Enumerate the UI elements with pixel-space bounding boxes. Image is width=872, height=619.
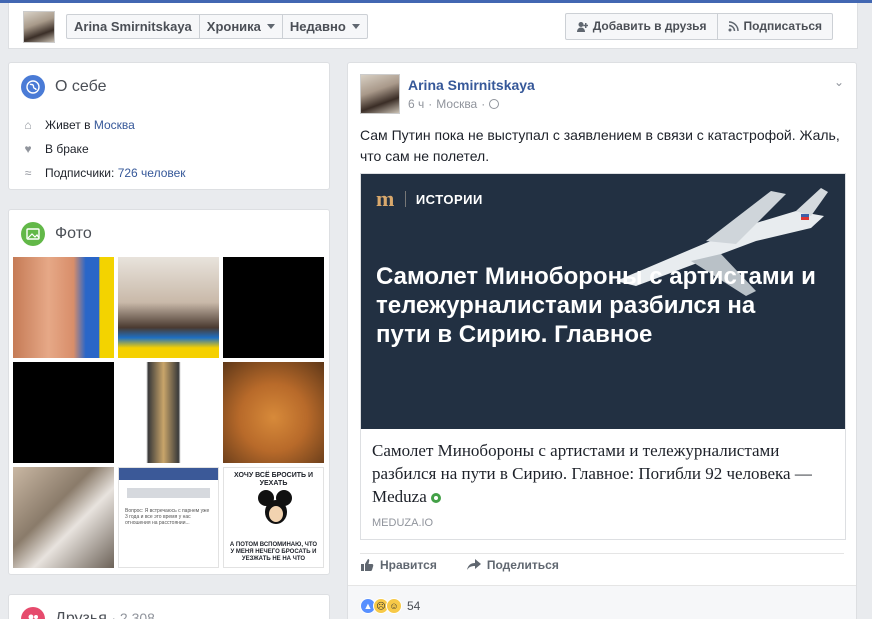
relationship-status: В браке bbox=[45, 142, 89, 156]
photo-thumbnail[interactable] bbox=[13, 257, 114, 358]
photo-thumbnail[interactable] bbox=[13, 467, 114, 568]
photo-thumbnail[interactable]: ХОЧУ ВСЁ БРОСИТЬ И УЕХАТЬ А ПОТОМ ВСПОМИ… bbox=[223, 467, 324, 568]
chevron-down-icon bbox=[266, 24, 275, 29]
post-meta: 6 ч · Москва · bbox=[408, 97, 500, 111]
shared-link-body[interactable]: Самолет Минобороны с артистами и тележур… bbox=[361, 429, 845, 539]
photo-icon bbox=[21, 222, 45, 246]
friends-count: · 2 308 bbox=[111, 610, 155, 619]
city-link[interactable]: Москва bbox=[94, 118, 135, 132]
meme-top-text: ХОЧУ ВСЁ БРОСИТЬ И УЕХАТЬ bbox=[233, 472, 314, 487]
meduza-logo-icon: m bbox=[376, 186, 395, 211]
breadcrumb-recent[interactable]: Недавно bbox=[283, 15, 367, 38]
post-actions: Нравится Поделиться bbox=[360, 558, 559, 572]
relationship-row: ♥ В браке bbox=[9, 137, 329, 161]
meme-bottom-text: А ПОТОМ ВСПОМИНАЮ, ЧТО У МЕНЯ НЕЧЕГО БРО… bbox=[229, 542, 318, 562]
friends-card: Друзья · 2 308 bbox=[8, 594, 330, 619]
post-card: Arina Smirnitskaya 6 ч · Москва · ⌄ Сам … bbox=[347, 62, 857, 619]
about-card-header: О себе bbox=[9, 63, 329, 111]
photo-thumbnail[interactable] bbox=[118, 257, 219, 358]
like-button[interactable]: Нравится bbox=[360, 558, 437, 572]
post-author-name[interactable]: Arina Smirnitskaya bbox=[408, 77, 535, 93]
friends-title[interactable]: Друзья bbox=[55, 610, 107, 619]
photo-thumbnail[interactable] bbox=[13, 362, 114, 463]
thumbs-up-icon bbox=[361, 559, 374, 571]
breadcrumb-timeline[interactable]: Хроника bbox=[200, 15, 283, 38]
shared-link-image[interactable]: m ИСТОРИИ Самолет Минобороны с артистами… bbox=[361, 174, 845, 429]
profile-actions: Добавить в друзья Подписаться bbox=[564, 13, 833, 40]
post-options-chevron-icon[interactable]: ⌄ bbox=[834, 75, 844, 89]
breadcrumb: Arina Smirnitskaya Хроника Недавно bbox=[66, 14, 368, 39]
shared-link-source: MEDUZA.IO bbox=[372, 517, 434, 529]
post-location[interactable]: Москва bbox=[436, 97, 477, 111]
meduza-brand: m ИСТОРИИ bbox=[376, 186, 483, 212]
about-card: О себе ⌂ Живет в Москва ♥ В браке ≈ Подп… bbox=[8, 62, 330, 190]
followers-link[interactable]: 726 человек bbox=[118, 166, 186, 180]
haha-reaction-icon: ☺ bbox=[386, 598, 402, 614]
photo-thumbnail[interactable] bbox=[223, 362, 324, 463]
lives-in-label: Живет в bbox=[45, 118, 94, 132]
post-author-avatar[interactable] bbox=[360, 74, 400, 114]
post-divider bbox=[360, 553, 844, 554]
share-arrow-icon bbox=[466, 559, 481, 570]
shared-link-title[interactable]: Самолет Минобороны с артистами и тележур… bbox=[372, 439, 832, 508]
shared-image-headline: Самолет Минобороны с артистами и тележур… bbox=[376, 263, 816, 348]
meta-separator: · bbox=[481, 97, 486, 111]
friends-card-header: Друзья · 2 308 bbox=[9, 595, 329, 619]
breadcrumb-profile-name[interactable]: Arina Smirnitskaya bbox=[67, 15, 200, 38]
photo-thumbnail[interactable] bbox=[118, 362, 219, 463]
status-dot-icon bbox=[430, 493, 441, 504]
meta-separator: · bbox=[428, 97, 433, 111]
photo-thumbnail[interactable] bbox=[223, 257, 324, 358]
about-title: О себе bbox=[55, 78, 107, 95]
screenshot-block bbox=[127, 488, 210, 498]
chevron-down-icon bbox=[351, 24, 360, 29]
photos-card-header: Фото bbox=[9, 210, 329, 258]
friends-icon bbox=[21, 607, 45, 619]
privacy-globe-icon[interactable] bbox=[489, 99, 500, 109]
post-text: Сам Путин пока не выступал с заявлением … bbox=[360, 127, 840, 164]
profile-avatar[interactable] bbox=[23, 11, 55, 43]
brand-divider bbox=[404, 191, 406, 207]
shared-link-card[interactable]: m ИСТОРИИ Самолет Минобороны с артистами… bbox=[360, 173, 846, 540]
reactions-bar: ▲ ☹ ☺ 54 bbox=[348, 585, 856, 619]
home-icon: ⌂ bbox=[24, 118, 32, 132]
photos-card: Фото Вопрос: Я встречаюсь с парнем уже 3… bbox=[8, 209, 330, 575]
heart-icon: ♥ bbox=[24, 142, 32, 156]
reaction-count: 54 bbox=[407, 599, 421, 613]
photo-grid: Вопрос: Я встречаюсь с парнем уже 3 года… bbox=[13, 257, 325, 568]
profile-header-bar: Arina Smirnitskaya Хроника Недавно Добав… bbox=[8, 3, 858, 49]
rss-icon: ≈ bbox=[24, 166, 32, 180]
add-friend-button[interactable]: Добавить в друзья bbox=[566, 14, 718, 39]
post-time[interactable]: 6 ч bbox=[408, 97, 424, 111]
add-friend-icon bbox=[576, 21, 588, 32]
reactions-summary[interactable]: ▲ ☹ ☺ 54 bbox=[360, 598, 420, 614]
photos-title: Фото bbox=[55, 225, 92, 242]
brand-section: ИСТОРИИ bbox=[415, 191, 483, 207]
screenshot-text: Вопрос: Я встречаюсь с парнем уже 3 года… bbox=[125, 508, 210, 526]
followers-row: ≈ Подписчики: 726 человек bbox=[9, 161, 329, 185]
cartoon-mouse-image bbox=[258, 490, 292, 532]
screenshot-header bbox=[119, 468, 218, 480]
rss-icon bbox=[728, 21, 739, 32]
followers-label: Подписчики: bbox=[45, 166, 118, 180]
globe-icon bbox=[21, 75, 45, 99]
lives-in-row: ⌂ Живет в Москва bbox=[9, 113, 329, 137]
follow-button[interactable]: Подписаться bbox=[718, 14, 832, 39]
share-button[interactable]: Поделиться bbox=[466, 558, 559, 572]
photo-thumbnail[interactable]: Вопрос: Я встречаюсь с парнем уже 3 года… bbox=[118, 467, 219, 568]
